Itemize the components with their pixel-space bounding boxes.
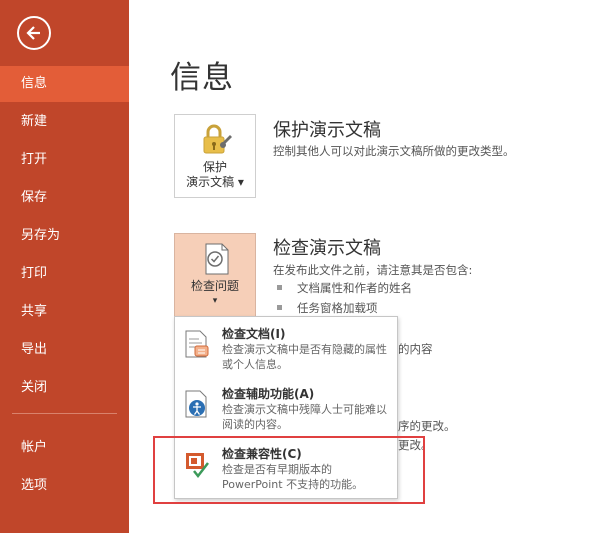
- nav-item-account[interactable]: 帐户: [0, 430, 129, 466]
- protect-presentation-button[interactable]: 保护 演示文稿 ▾: [174, 114, 256, 198]
- menu-item-title: 检查文档(I): [222, 327, 286, 341]
- inspect-section-desc: 在发布此文件之前，请注意其是否包含:: [273, 263, 473, 277]
- menu-item-inspect-document[interactable]: 检查文档(I) 检查演示文稿中是否有隐藏的属性或个人信息。: [175, 320, 397, 378]
- nav-item-export[interactable]: 导出: [0, 332, 129, 368]
- obscured-text: 的内容: [398, 342, 433, 356]
- bullet-square-icon: [277, 285, 282, 290]
- obscured-text: 序的更改。: [398, 419, 456, 433]
- nav-item-info[interactable]: 信息: [0, 66, 129, 102]
- accessibility-checker-icon: [185, 390, 207, 418]
- inspect-presentation-button[interactable]: 检查问题 ▾: [174, 233, 256, 317]
- highlight-box: [153, 436, 425, 504]
- page-title: 信息: [170, 60, 234, 96]
- inspect-button-caret: ▾: [212, 296, 218, 306]
- inspect-section-title: 检查演示文稿: [273, 238, 381, 259]
- nav-item-save[interactable]: 保存: [0, 180, 129, 216]
- back-arrow-icon: [26, 26, 40, 40]
- document-inspector-icon: [185, 330, 209, 358]
- inspect-document-icon: [205, 243, 229, 275]
- protect-button-label-2: 演示文稿 ▾: [186, 175, 244, 189]
- protect-section-title: 保护演示文稿: [273, 120, 381, 141]
- lock-icon: [203, 124, 232, 154]
- inspect-button-label: 检查问题: [190, 279, 239, 293]
- menu-item-check-accessibility[interactable]: 检查辅助功能(A) 检查演示文稿中残障人士可能难以阅读的内容。: [175, 380, 397, 438]
- nav-divider: [12, 413, 117, 414]
- nav-item-new[interactable]: 新建: [0, 104, 129, 140]
- back-button[interactable]: [17, 16, 51, 50]
- menu-item-desc: 检查演示文稿中残障人士可能难以阅读的内容。: [222, 403, 387, 431]
- menu-item-title: 检查辅助功能(A): [222, 387, 315, 401]
- nav-item-share[interactable]: 共享: [0, 294, 129, 330]
- nav-item-save-as[interactable]: 另存为: [0, 218, 129, 254]
- protect-button-label-1: 保护: [202, 160, 227, 174]
- backstage-sidebar: 信息 新建 打开 保存 另存为 打印 共享 导出 关闭 帐户 选项: [0, 0, 129, 533]
- menu-item-desc: 检查演示文稿中是否有隐藏的属性或个人信息。: [222, 343, 387, 371]
- nav-item-print[interactable]: 打印: [0, 256, 129, 292]
- protect-section-desc: 控制其他人可以对此演示文稿所做的更改类型。: [273, 144, 515, 158]
- nav-item-options[interactable]: 选项: [0, 468, 129, 504]
- nav-item-open[interactable]: 打开: [0, 142, 129, 178]
- nav-item-close[interactable]: 关闭: [0, 370, 129, 406]
- bullet-square-icon: [277, 305, 282, 310]
